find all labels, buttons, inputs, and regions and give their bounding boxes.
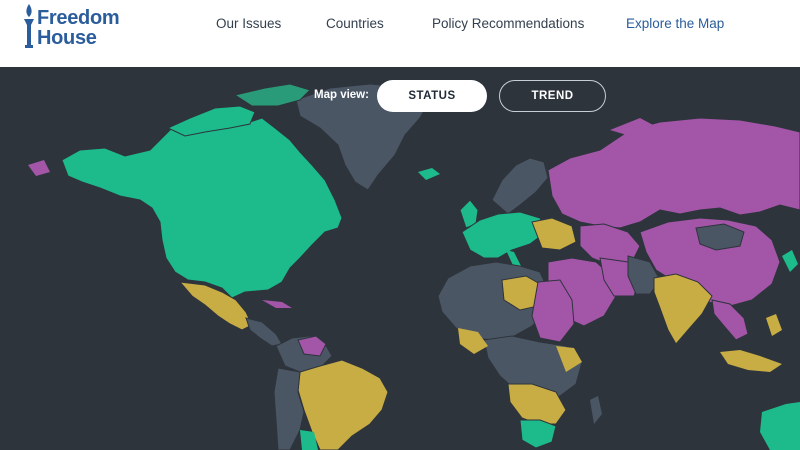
site-header: Freedom House Our Issues Countries Polic… <box>0 0 800 67</box>
world-map-svg[interactable] <box>0 67 800 450</box>
nav-policy-recommendations[interactable]: Policy Recommendations <box>432 16 584 31</box>
world-map[interactable] <box>0 67 800 450</box>
status-toggle-button[interactable]: STATUS <box>377 80 487 112</box>
trend-toggle-button[interactable]: TREND <box>499 80 606 112</box>
nav-our-issues[interactable]: Our Issues <box>216 16 281 31</box>
map-view-label: Map view: <box>314 89 369 101</box>
nav-countries[interactable]: Countries <box>326 16 384 31</box>
nav-explore-the-map[interactable]: Explore the Map <box>626 16 724 31</box>
main-nav: Our Issues Countries Policy Recommendati… <box>0 16 800 36</box>
